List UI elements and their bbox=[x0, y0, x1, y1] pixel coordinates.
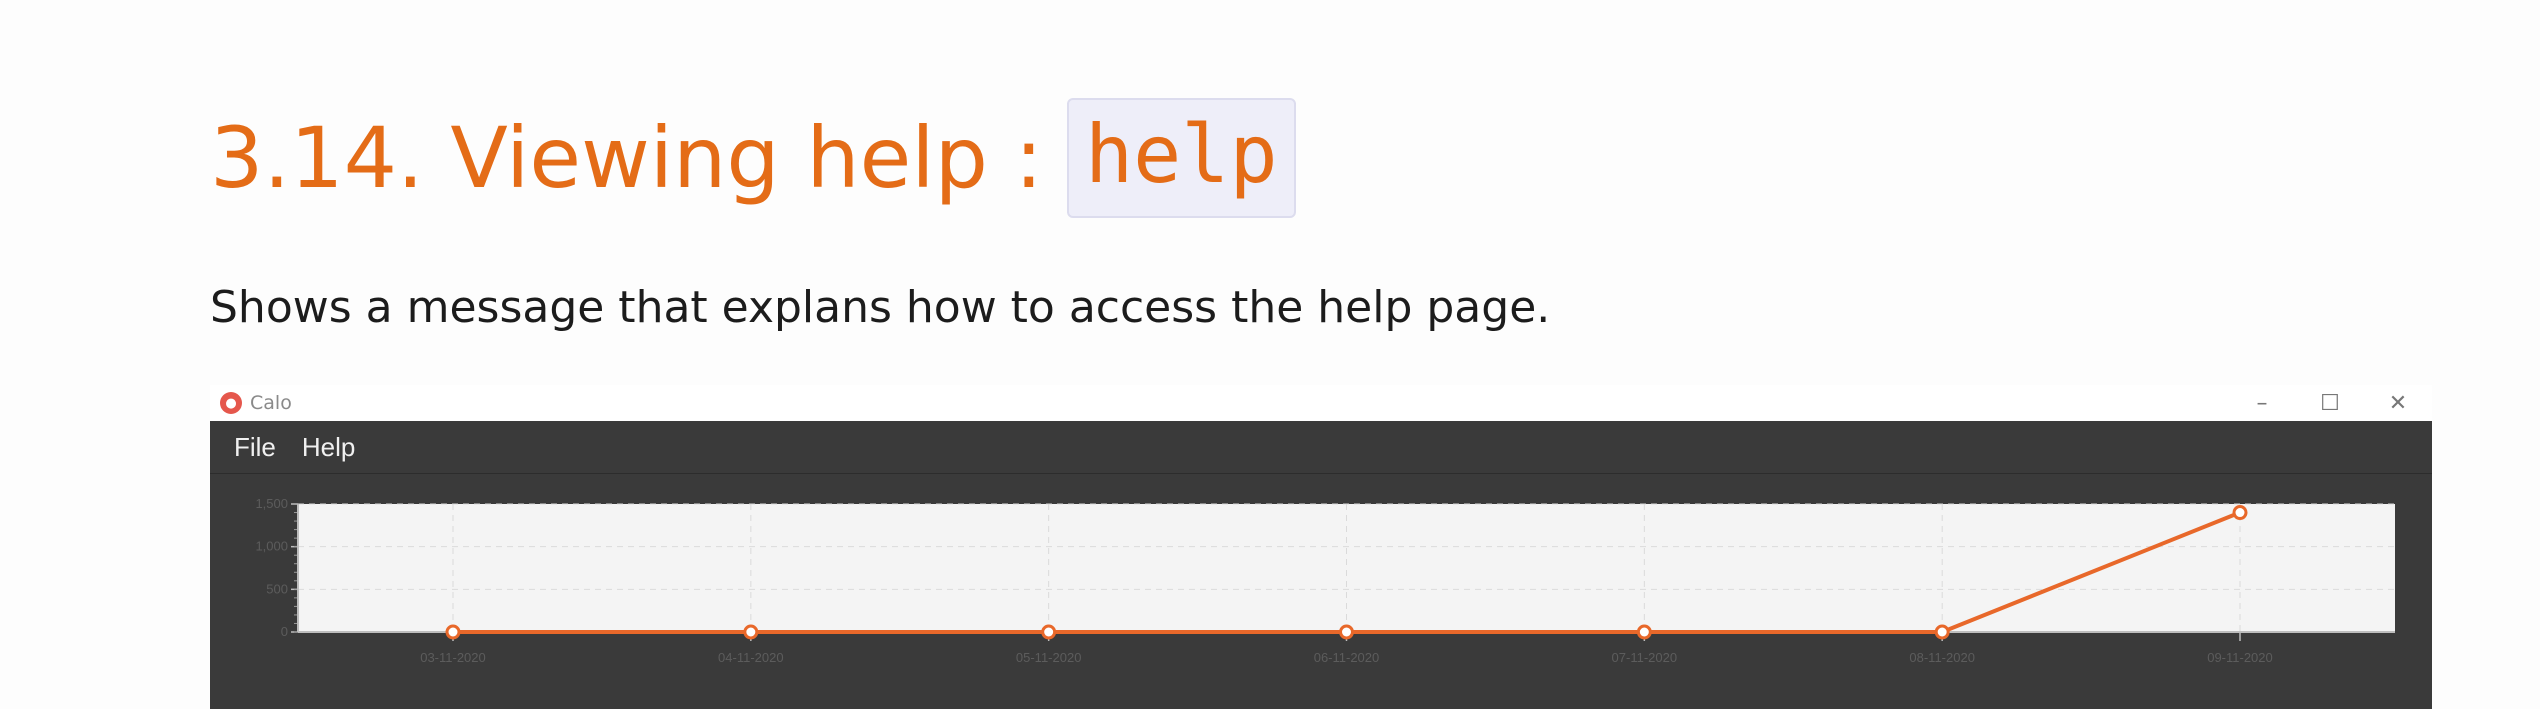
window-titlebar: ● Calo – ☐ ✕ bbox=[210, 385, 2432, 421]
x-tick-label: 06-11-2020 bbox=[1314, 650, 1380, 665]
y-tick-label: 1,500 bbox=[255, 496, 288, 511]
y-tick-label: 0 bbox=[281, 624, 288, 639]
x-tick-label: 07-11-2020 bbox=[1612, 650, 1678, 665]
maximize-button[interactable]: ☐ bbox=[2296, 385, 2364, 421]
data-point bbox=[1339, 624, 1354, 640]
data-point bbox=[2232, 505, 2248, 521]
app-window-screenshot: ● Calo – ☐ ✕ File Help 0 500 1,000 1,500 03-… bbox=[210, 385, 2432, 709]
x-tick-label: 08-11-2020 bbox=[1909, 650, 1975, 665]
x-tick-label: 09-11-2020 bbox=[2207, 650, 2273, 665]
data-point bbox=[1636, 624, 1652, 640]
plot-background bbox=[298, 504, 2395, 632]
heading-code: help bbox=[1066, 98, 1296, 218]
description-paragraph: Shows a message that explans how to acce… bbox=[210, 282, 1551, 333]
menu-file[interactable]: File bbox=[234, 432, 276, 463]
close-button[interactable]: ✕ bbox=[2364, 385, 2432, 421]
y-tick-label: 1,000 bbox=[255, 539, 288, 554]
data-point bbox=[1041, 624, 1057, 640]
minimize-button[interactable]: – bbox=[2228, 385, 2296, 421]
line-chart: 0 500 1,000 1,500 03-11-2020 04-11-2020 05-11-… bbox=[255, 496, 2395, 665]
heading-text: 3.14. Viewing help : bbox=[210, 109, 1043, 207]
window-title: Calo bbox=[250, 392, 292, 414]
x-tick-label: 04-11-2020 bbox=[718, 650, 784, 665]
data-point bbox=[743, 624, 759, 640]
window-controls: – ☐ ✕ bbox=[2228, 385, 2432, 421]
x-tick-label: 05-11-2020 bbox=[1016, 650, 1082, 665]
menu-bar: File Help bbox=[210, 421, 2432, 474]
x-tick-label: 03-11-2020 bbox=[420, 650, 486, 665]
menu-help[interactable]: Help bbox=[302, 432, 355, 463]
section-heading: 3.14. Viewing help : help bbox=[210, 98, 1296, 218]
y-tick-label: 500 bbox=[266, 581, 288, 596]
app-logo-icon: ● bbox=[220, 392, 242, 414]
data-point bbox=[1934, 624, 1950, 640]
data-point bbox=[445, 624, 461, 640]
calorie-chart: 0 500 1,000 1,500 03-11-2020 04-11-2020 05-11-… bbox=[210, 474, 2432, 709]
